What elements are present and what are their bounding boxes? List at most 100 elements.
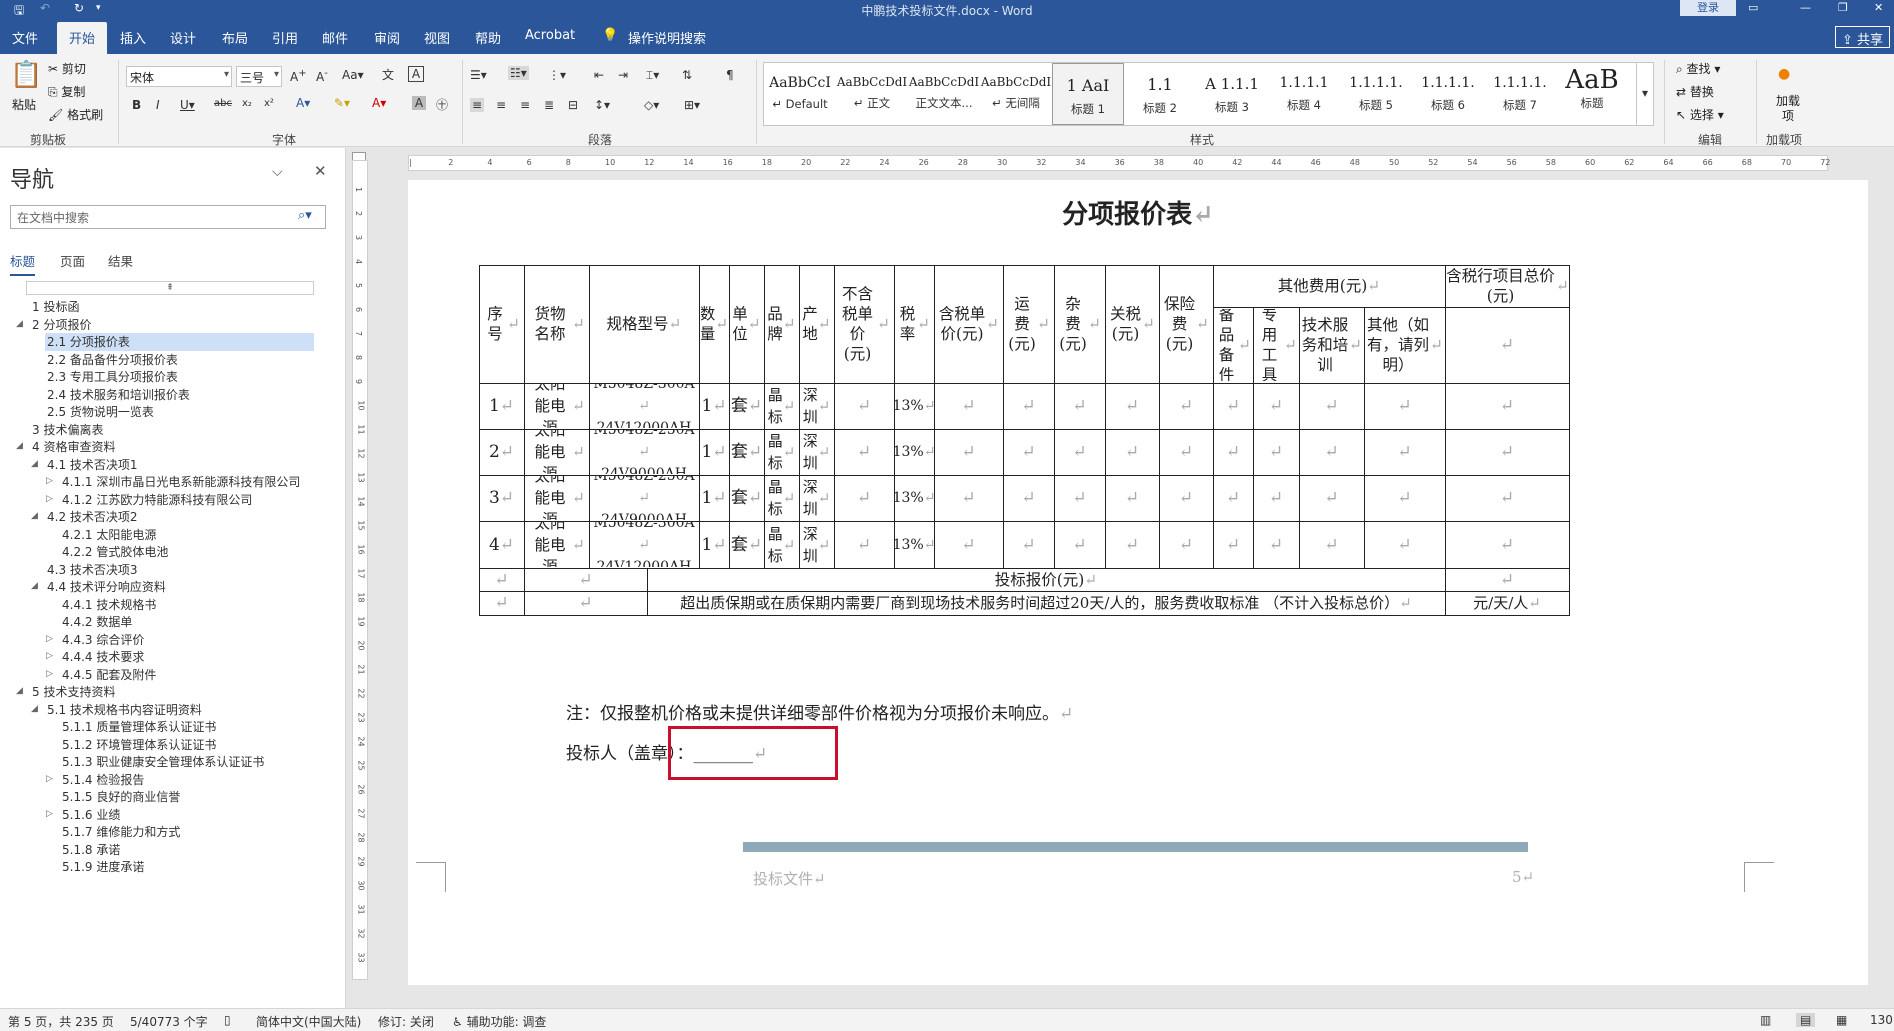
- expand-triangle-icon[interactable]: ▷: [46, 651, 53, 661]
- collapse-triangle-icon[interactable]: ◢: [31, 511, 38, 521]
- nav-heading-item[interactable]: 4.4.5 配套及附件: [60, 666, 156, 684]
- collapse-triangle-icon[interactable]: ◢: [31, 581, 38, 591]
- superscript-icon[interactable]: x²: [264, 98, 274, 109]
- distributed-icon[interactable]: ⊟: [568, 98, 578, 112]
- nav-heading-item[interactable]: 4.4 技术评分响应资料: [45, 578, 166, 596]
- nav-heading-item[interactable]: 4.4.2 数据单: [60, 613, 132, 631]
- style-title[interactable]: AaB 标题: [1556, 63, 1628, 125]
- minimize-icon[interactable]: —: [1800, 1, 1811, 14]
- numbering-icon[interactable]: ☷▾: [508, 66, 529, 80]
- format-painter-button[interactable]: 🖌 格式刷: [48, 106, 103, 123]
- line-spacing-icon[interactable]: ↕▾: [594, 98, 610, 112]
- nav-heading-item[interactable]: 5.1.4 检验报告: [60, 771, 144, 789]
- nav-heading-item[interactable]: 5.1.1 质量管理体系认证证书: [60, 718, 216, 736]
- nav-heading-item[interactable]: 2.5 货物说明一览表: [45, 403, 154, 421]
- strikethrough-icon[interactable]: abc: [214, 98, 232, 109]
- collapse-triangle-icon[interactable]: ◢: [31, 459, 38, 469]
- nav-heading-item[interactable]: 4 资格审查资料: [30, 438, 115, 456]
- style-heading-1[interactable]: 1 AaI 标题 1: [1052, 63, 1124, 125]
- print-layout-icon[interactable]: ▤: [1796, 1013, 1816, 1027]
- paste-button[interactable]: 粘贴: [12, 96, 36, 113]
- nav-heading-item[interactable]: 2.4 技术服务和培训报价表: [45, 386, 190, 404]
- close-window-icon[interactable]: ✕: [1874, 1, 1883, 14]
- font-color-icon[interactable]: A▾: [372, 96, 386, 110]
- show-marks-icon[interactable]: ¶: [726, 68, 734, 82]
- tab-references[interactable]: 引用: [272, 28, 298, 47]
- phonetic-guide-icon[interactable]: 文: [382, 66, 394, 83]
- font-size-combo[interactable]: 三号: [236, 66, 282, 87]
- grow-font-icon[interactable]: A+: [290, 68, 307, 84]
- nav-heading-item[interactable]: 4.2.2 管式胶体电池: [60, 543, 168, 561]
- expand-triangle-icon[interactable]: ▷: [46, 494, 53, 504]
- expand-triangle-icon[interactable]: ▷: [46, 774, 53, 784]
- style-default[interactable]: AaBbCcI ↵ Default: [764, 63, 836, 125]
- nav-heading-item[interactable]: 4.2 技术否决项2: [45, 508, 138, 526]
- collapse-triangle-icon[interactable]: ◢: [16, 441, 23, 451]
- nav-heading-item[interactable]: 5.1.7 维修能力和方式: [60, 823, 180, 841]
- chinese-layout-icon[interactable]: ⌶▾: [646, 68, 659, 83]
- nav-heading-item[interactable]: 5.1.9 进度承诺: [60, 858, 144, 876]
- collapse-up-icon[interactable]: ⇞: [26, 281, 314, 295]
- zoom-level[interactable]: 130: [1870, 1013, 1893, 1027]
- chevron-down-icon[interactable]: ⌵: [272, 164, 283, 180]
- tab-headings[interactable]: 标题: [10, 251, 36, 276]
- tab-pages[interactable]: 页面: [60, 251, 85, 270]
- tab-help[interactable]: 帮助: [475, 28, 501, 47]
- enclose-char-icon[interactable]: ㊉: [436, 96, 448, 113]
- nav-heading-item[interactable]: 4.4.4 技术要求: [60, 648, 144, 666]
- align-left-icon[interactable]: ≡: [470, 98, 485, 112]
- nav-heading-item[interactable]: 2.1 分项报价表: [45, 333, 314, 351]
- document-page[interactable]: 分项报价表↵ 序号 ↵ 货物名称 ↵ 规格型号 ↵ 数量 ↵ 单位 ↵ 品牌 ↵ 产地 ↵ 不含税单价(元)…: [408, 180, 1868, 985]
- nav-heading-item[interactable]: 5.1.8 承诺: [60, 841, 120, 859]
- tab-results[interactable]: 结果: [108, 251, 133, 270]
- nav-heading-item[interactable]: 4.2.1 太阳能电源: [60, 526, 156, 544]
- font-name-combo[interactable]: 宋体: [126, 66, 232, 87]
- paste-icon[interactable]: 📋: [10, 60, 42, 90]
- proofing-icon[interactable]: ▯: [224, 1013, 231, 1027]
- increase-indent-icon[interactable]: ⇥: [618, 68, 628, 82]
- tab-home[interactable]: 开始: [57, 22, 108, 54]
- ribbon-display-options-icon[interactable]: ▭: [1748, 1, 1758, 14]
- text-effects-icon[interactable]: A▾: [296, 96, 310, 110]
- tab-view[interactable]: 视图: [424, 28, 450, 47]
- style-heading-5[interactable]: 1.1.1.1. 标题 5: [1340, 63, 1412, 125]
- nav-heading-item[interactable]: 2 分项报价: [30, 316, 91, 334]
- load-addins-button[interactable]: 加载项: [1772, 94, 1804, 124]
- nav-heading-item[interactable]: 4.3 技术否决项3: [45, 561, 138, 579]
- horizontal-ruler[interactable]: | 2 4 6 8 10 12 14 16 18 20 22 24 26 28 30 32 34 36 38 40 42 4…: [408, 155, 1830, 171]
- nav-heading-item[interactable]: 4.1.2 江苏欧力特能源科技有限公司: [60, 491, 252, 509]
- nav-heading-item[interactable]: 3 技术偏离表: [30, 421, 103, 439]
- tab-acrobat[interactable]: Acrobat: [525, 28, 575, 43]
- sort-icon[interactable]: ⇅: [682, 68, 692, 82]
- tab-file[interactable]: 文件: [12, 28, 38, 47]
- nav-heading-item[interactable]: 1 投标函: [30, 298, 79, 316]
- close-icon[interactable]: ✕: [314, 162, 327, 180]
- italic-icon[interactable]: I: [156, 98, 160, 112]
- nav-heading-item[interactable]: 5 技术支持资料: [30, 683, 115, 701]
- align-center-icon[interactable]: ≡: [496, 98, 506, 112]
- nav-heading-item[interactable]: 5.1.2 环境管理体系认证证书: [60, 736, 216, 754]
- char-shading-icon[interactable]: A: [412, 96, 426, 110]
- accessibility-status[interactable]: ♿ 辅助功能: 调查: [452, 1013, 546, 1030]
- tab-design[interactable]: 设计: [170, 28, 196, 47]
- language[interactable]: 简体中文(中国大陆): [256, 1013, 361, 1030]
- collapse-triangle-icon[interactable]: ◢: [31, 704, 38, 714]
- nav-heading-item[interactable]: 5.1.5 良好的商业信誉: [60, 788, 180, 806]
- cut-button[interactable]: ✂ 剪切: [48, 60, 86, 77]
- nav-heading-item[interactable]: 4.1 技术否决项1: [45, 456, 138, 474]
- collapse-triangle-icon[interactable]: ◢: [16, 686, 23, 696]
- shrink-font-icon[interactable]: A-: [316, 68, 328, 84]
- subscript-icon[interactable]: x₂: [242, 98, 252, 109]
- tell-me-search[interactable]: 操作说明搜索: [628, 28, 706, 47]
- word-count[interactable]: 5/40773 个字: [130, 1013, 208, 1030]
- track-changes-status[interactable]: 修订: 关闭: [378, 1013, 434, 1030]
- quote-table[interactable]: 序号 ↵ 货物名称 ↵ 规格型号 ↵ 数量 ↵ 单位 ↵ 品牌 ↵ 产地 ↵ 不含税单价(元) ↵ 税率 ↵ 含税单…: [479, 265, 1793, 690]
- share-button[interactable]: ⇪ 共享: [1834, 26, 1890, 48]
- expand-triangle-icon[interactable]: ▷: [46, 809, 53, 819]
- replace-button[interactable]: ⇄ 替换: [1676, 83, 1714, 100]
- nav-heading-item[interactable]: 5.1.3 职业健康安全管理体系认证证书: [60, 753, 264, 771]
- decrease-indent-icon[interactable]: ⇤: [594, 68, 604, 82]
- nav-heading-item[interactable]: 2.3 专用工具分项报价表: [45, 368, 178, 386]
- collapse-triangle-icon[interactable]: ◢: [16, 319, 23, 329]
- expand-triangle-icon[interactable]: ▷: [46, 669, 53, 679]
